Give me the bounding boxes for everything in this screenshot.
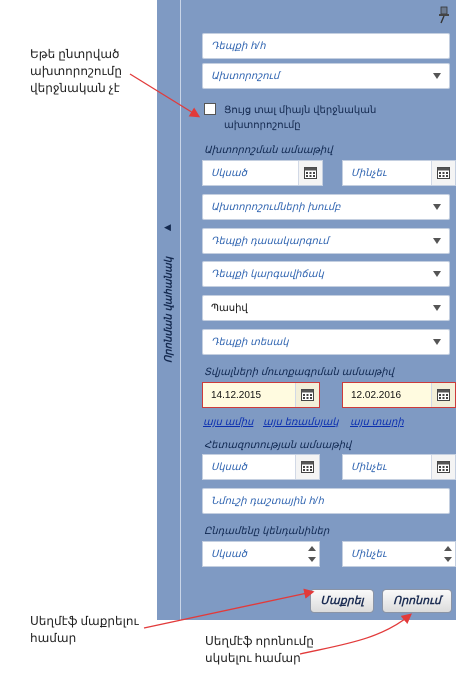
- search-button[interactable]: Որոնում: [382, 589, 452, 613]
- clear-annotation: Սեղմէֆ մաքրելու համար: [30, 614, 139, 645]
- chevron-down-icon: [433, 73, 441, 79]
- chevron-down-icon: [433, 271, 441, 277]
- chevron-down-icon: [433, 204, 441, 210]
- investigation-to-placeholder: Մինչեւ: [351, 462, 387, 473]
- case-status-select[interactable]: Դեպքի կարգավիճակ: [202, 261, 450, 287]
- diagnosis-date-from-placeholder: Սկսած: [211, 168, 247, 179]
- stepper-icon[interactable]: [443, 546, 453, 564]
- case-type-placeholder: Դեպքի տեսակ: [211, 337, 289, 348]
- investigation-from-placeholder: Սկսած: [211, 462, 247, 473]
- calendar-icon[interactable]: [431, 383, 455, 407]
- diagnosis-group-select[interactable]: Ախտորոշումների խումբ: [202, 194, 450, 220]
- calendar-icon[interactable]: [295, 455, 319, 479]
- total-from-placeholder: Սկսած: [211, 549, 247, 560]
- status-value: Պասիվ: [211, 303, 248, 314]
- final-only-label: Ցույց տալ միայն վերջնական ախտորոշումը: [224, 105, 377, 131]
- total-to-placeholder: Մինչեւ: [351, 549, 387, 560]
- sidebar-label-wrap[interactable]: Որոնման վահանակ: [157, 220, 181, 400]
- data-entry-date-to[interactable]: 12.02.2016: [342, 382, 456, 408]
- clear-button[interactable]: Մաքրել: [310, 589, 374, 613]
- case-class-select[interactable]: Դեպքի դասակարգում: [202, 228, 450, 254]
- link-this-quarter[interactable]: այս եռամսյակ: [263, 417, 339, 428]
- link-this-month[interactable]: այս ամիս: [203, 417, 253, 428]
- unchecked-annotation: Եթե ընտրված ախտորոշումը վերջնական չէ: [30, 47, 122, 95]
- total-animals-from[interactable]: Սկսած: [202, 541, 320, 567]
- data-entry-from-value: 14.12.2015: [211, 390, 262, 401]
- total-animals-label: Ընդամենը կենդանիներ: [204, 526, 330, 537]
- arrow-to-search-button: [299, 613, 412, 655]
- diagnosis-date-to[interactable]: Մինչեւ: [342, 160, 456, 186]
- case-number-input[interactable]: Դեպքի հ/հ: [202, 33, 450, 59]
- calendar-icon[interactable]: [431, 161, 455, 185]
- case-status-placeholder: Դեպքի կարգավիճակ: [211, 269, 324, 280]
- diagnosis-group-placeholder: Ախտորոշումների խումբ: [211, 202, 341, 213]
- link-this-year[interactable]: այս տարի: [350, 417, 404, 428]
- calendar-icon[interactable]: [431, 455, 455, 479]
- case-class-placeholder: Դեպքի դասակարգում: [211, 236, 329, 247]
- final-only-checkbox[interactable]: [204, 103, 216, 115]
- data-entry-date-label: Տվյալների մուտքագրման ամսաթիվ: [204, 367, 394, 378]
- sample-id-placeholder: Նմուշի դաշտային հ/հ: [211, 496, 324, 507]
- investigation-date-label: Հետազոտության ամսաթիվ: [204, 440, 352, 451]
- sample-id-input[interactable]: Նմուշի դաշտային հ/հ: [202, 488, 450, 514]
- diagnosis-date-to-placeholder: Մինչեւ: [351, 168, 387, 179]
- diagnosis-select[interactable]: Ախտորոշում: [202, 63, 450, 89]
- chevron-down-icon: [433, 238, 441, 244]
- case-number-placeholder: Դեպքի հ/հ: [211, 41, 266, 52]
- chevron-down-icon: [433, 339, 441, 345]
- status-select[interactable]: Պասիվ: [202, 295, 450, 321]
- diagnosis-date-label: Ախտորոշման ամսաթիվ: [204, 145, 333, 156]
- pin-icon[interactable]: [436, 6, 452, 24]
- investigation-date-from[interactable]: Սկսած: [202, 454, 320, 480]
- investigation-date-to[interactable]: Մինչեւ: [342, 454, 456, 480]
- diagnosis-placeholder: Ախտորոշում: [211, 71, 280, 82]
- sidebar-label: Որոնման վահանակ: [163, 256, 175, 364]
- data-entry-to-value: 12.02.2016: [351, 390, 402, 401]
- total-animals-to[interactable]: Մինչեւ: [342, 541, 456, 567]
- diagnosis-date-from[interactable]: Սկսած: [202, 160, 323, 186]
- chevron-down-icon: [433, 305, 441, 311]
- stepper-icon[interactable]: [307, 546, 317, 564]
- case-type-select[interactable]: Դեպքի տեսակ: [202, 329, 450, 355]
- data-entry-date-from[interactable]: 14.12.2015: [202, 382, 320, 408]
- calendar-icon[interactable]: [295, 383, 319, 407]
- calendar-icon[interactable]: [298, 161, 322, 185]
- search-annotation: Սեղմէֆ որոնումը սկսելու համար: [205, 634, 314, 665]
